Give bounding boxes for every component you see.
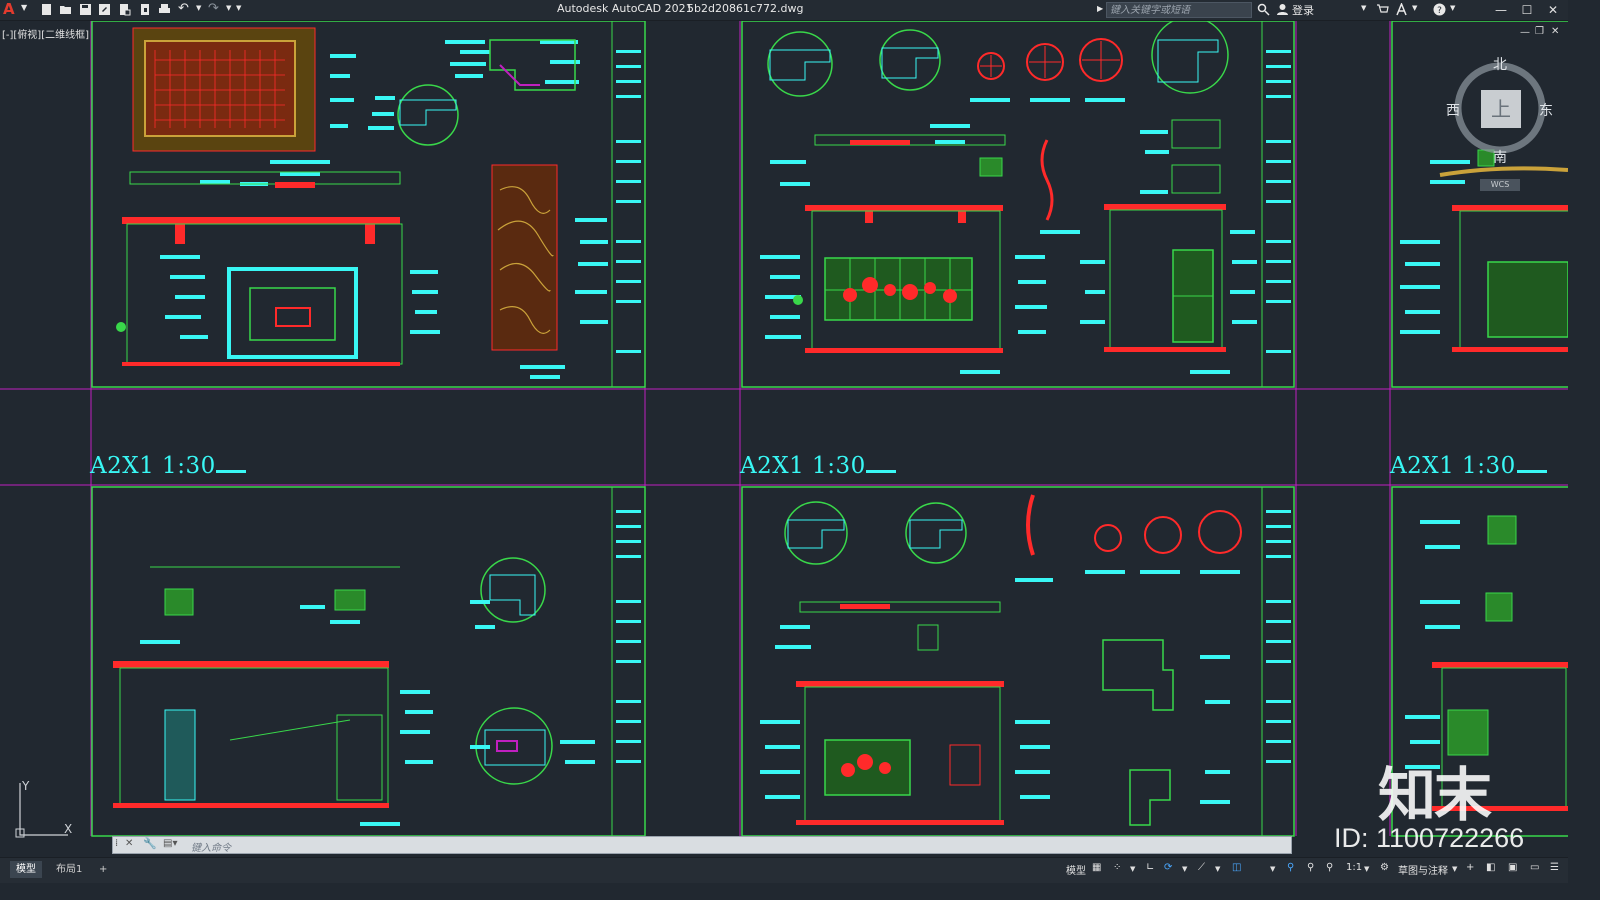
wrench-icon[interactable]: 🔧	[143, 837, 157, 850]
viewport-restore-button[interactable]: ❐	[1535, 26, 1544, 37]
customize-toolbar-icon[interactable]: ▼	[236, 4, 241, 12]
save-icon[interactable]	[79, 3, 92, 16]
minimize-button[interactable]: —	[1490, 1, 1512, 19]
maximize-button[interactable]: ☐	[1516, 1, 1538, 19]
viewport-controls-label[interactable]: [-][俯视][二维线框]	[2, 26, 89, 41]
save-web-icon[interactable]	[139, 3, 152, 16]
sheet-bottom-middle	[741, 486, 1295, 837]
chevron-down-icon[interactable]: ▼	[1412, 4, 1417, 12]
undo-icon[interactable]: ↶	[178, 1, 189, 16]
annotation-scale-icon[interactable]: ⚲	[1326, 862, 1333, 873]
drawing-viewport[interactable]: [-][俯视][二维线框] A2X1 1:30 A2X1 1:30 A2X1 1…	[0, 21, 1568, 857]
viewcube[interactable]: 上 北 南 东 西 WCS	[1446, 57, 1553, 191]
polar-tracking-icon[interactable]: ⟳	[1164, 862, 1172, 873]
open-web-icon[interactable]	[118, 3, 131, 16]
grid-icon[interactable]: ▦	[1092, 862, 1101, 873]
scale-label: A2X1 1:30	[740, 453, 866, 479]
sheet-top-left	[91, 21, 646, 388]
chevron-down-icon[interactable]: ▼	[1452, 865, 1457, 873]
status-bar: 模型 布局1 + 模型 ▦ ⁘ ▼ ∟ ⟳ ▼ ⟋ ▼ ◫ ▼ ⚲ ⚲ ⚲ 1:…	[0, 857, 1568, 883]
chevron-down-icon[interactable]: ▼	[21, 3, 27, 12]
auto-scale-icon[interactable]: ⚲	[1307, 862, 1314, 873]
scale-label: A2X1 1:30	[90, 453, 216, 479]
grip-icon[interactable]: ⁞	[115, 838, 118, 849]
sheet-top-middle	[741, 21, 1295, 388]
chevron-down-icon[interactable]: ▼	[1130, 865, 1135, 873]
chevron-down-icon[interactable]: ▼	[1450, 4, 1455, 12]
tab-layout1[interactable]: 布局1	[50, 861, 88, 878]
save-as-icon[interactable]	[98, 3, 111, 16]
file-name: 5b2d20861c772.dwg	[687, 2, 804, 15]
chevron-down-icon[interactable]: ▼	[1364, 865, 1369, 873]
chevron-down-icon[interactable]: ▼	[196, 4, 201, 12]
viewcube-top-face[interactable]: 上	[1481, 90, 1521, 128]
clean-screen-icon[interactable]: ▭	[1530, 862, 1539, 873]
gear-icon[interactable]: ⚙	[1380, 862, 1389, 873]
annotation-scale-value[interactable]: 1:1	[1346, 862, 1362, 873]
ucs-y-label: Y	[22, 779, 30, 793]
model-space-button[interactable]: 模型	[1066, 862, 1086, 877]
command-history-icon[interactable]: ▤▾	[163, 838, 177, 849]
viewport-close-button[interactable]: ✕	[1551, 26, 1559, 37]
scale-label: A2X1 1:30	[1390, 453, 1516, 479]
app-menu-button[interactable]: A	[3, 0, 15, 18]
watermark-logo: 知末	[1378, 761, 1492, 829]
isodraft-icon[interactable]: ⟋	[1198, 862, 1205, 873]
user-icon[interactable]	[1276, 3, 1289, 16]
title-bar: A ▼ ↶ ▼ ↷ ▼ ▼ Autodesk AutoCAD 2021 5b2d…	[0, 0, 1568, 21]
isolate-objects-icon[interactable]: ◧	[1486, 862, 1495, 873]
sheet-bottom-left	[91, 486, 646, 837]
tab-model[interactable]: 模型	[10, 861, 42, 878]
open-folder-icon[interactable]	[59, 3, 72, 16]
customization-menu-icon[interactable]: ☰	[1550, 862, 1559, 873]
chevron-right-icon[interactable]: ▶	[1097, 4, 1103, 13]
app-title: Autodesk AutoCAD 2021	[557, 2, 693, 15]
chevron-down-icon[interactable]: ▼	[1182, 865, 1187, 873]
annotation-visibility-icon[interactable]: ⚲	[1287, 862, 1294, 873]
wcs-menu[interactable]: WCS	[1480, 179, 1520, 191]
new-file-icon[interactable]	[40, 3, 53, 16]
snap-icon[interactable]: ⁘	[1113, 862, 1121, 873]
close-button[interactable]: ✕	[1542, 1, 1564, 19]
add-layout-button[interactable]: +	[93, 861, 113, 878]
autodesk-a360-icon[interactable]	[1395, 3, 1408, 16]
ucs-x-label: X	[64, 822, 73, 836]
command-line[interactable]: ⁞ ✕ 🔧 ▤▾ 键入命令	[112, 836, 1292, 854]
plus-icon[interactable]: +	[1466, 862, 1474, 873]
hardware-acceleration-icon[interactable]: ▣	[1508, 862, 1517, 873]
compass-west[interactable]: 西	[1446, 100, 1460, 120]
search-icon[interactable]	[1257, 3, 1270, 16]
redo-icon[interactable]: ↷	[208, 1, 219, 16]
workspace-switch[interactable]: 草图与注释	[1398, 862, 1448, 877]
svg-text:?: ?	[1437, 6, 1442, 16]
ortho-icon[interactable]: ∟	[1146, 862, 1154, 873]
watermark-id: ID: 1100722266	[1334, 823, 1525, 853]
chevron-down-icon[interactable]: ▼	[226, 4, 231, 12]
login-button[interactable]: 登录	[1292, 2, 1314, 18]
help-icon[interactable]: ?	[1433, 3, 1446, 16]
close-icon[interactable]: ✕	[125, 838, 133, 849]
command-input[interactable]: 键入命令	[191, 839, 231, 854]
cart-icon[interactable]	[1376, 3, 1389, 16]
compass-north[interactable]: 北	[1493, 54, 1507, 74]
chevron-down-icon[interactable]: ▼	[1270, 865, 1275, 873]
viewport-minimize-button[interactable]: —	[1520, 27, 1530, 38]
compass-south[interactable]: 南	[1493, 147, 1507, 167]
object-snap-icon[interactable]: ◫	[1232, 862, 1241, 873]
search-input[interactable]: 键入关键字或短语	[1106, 2, 1252, 18]
chevron-down-icon[interactable]: ▼	[1361, 4, 1366, 12]
drawing-canvas[interactable]	[0, 21, 1568, 857]
plot-icon[interactable]	[158, 3, 171, 16]
chevron-down-icon[interactable]: ▼	[1215, 865, 1220, 873]
compass-east[interactable]: 东	[1539, 100, 1553, 120]
